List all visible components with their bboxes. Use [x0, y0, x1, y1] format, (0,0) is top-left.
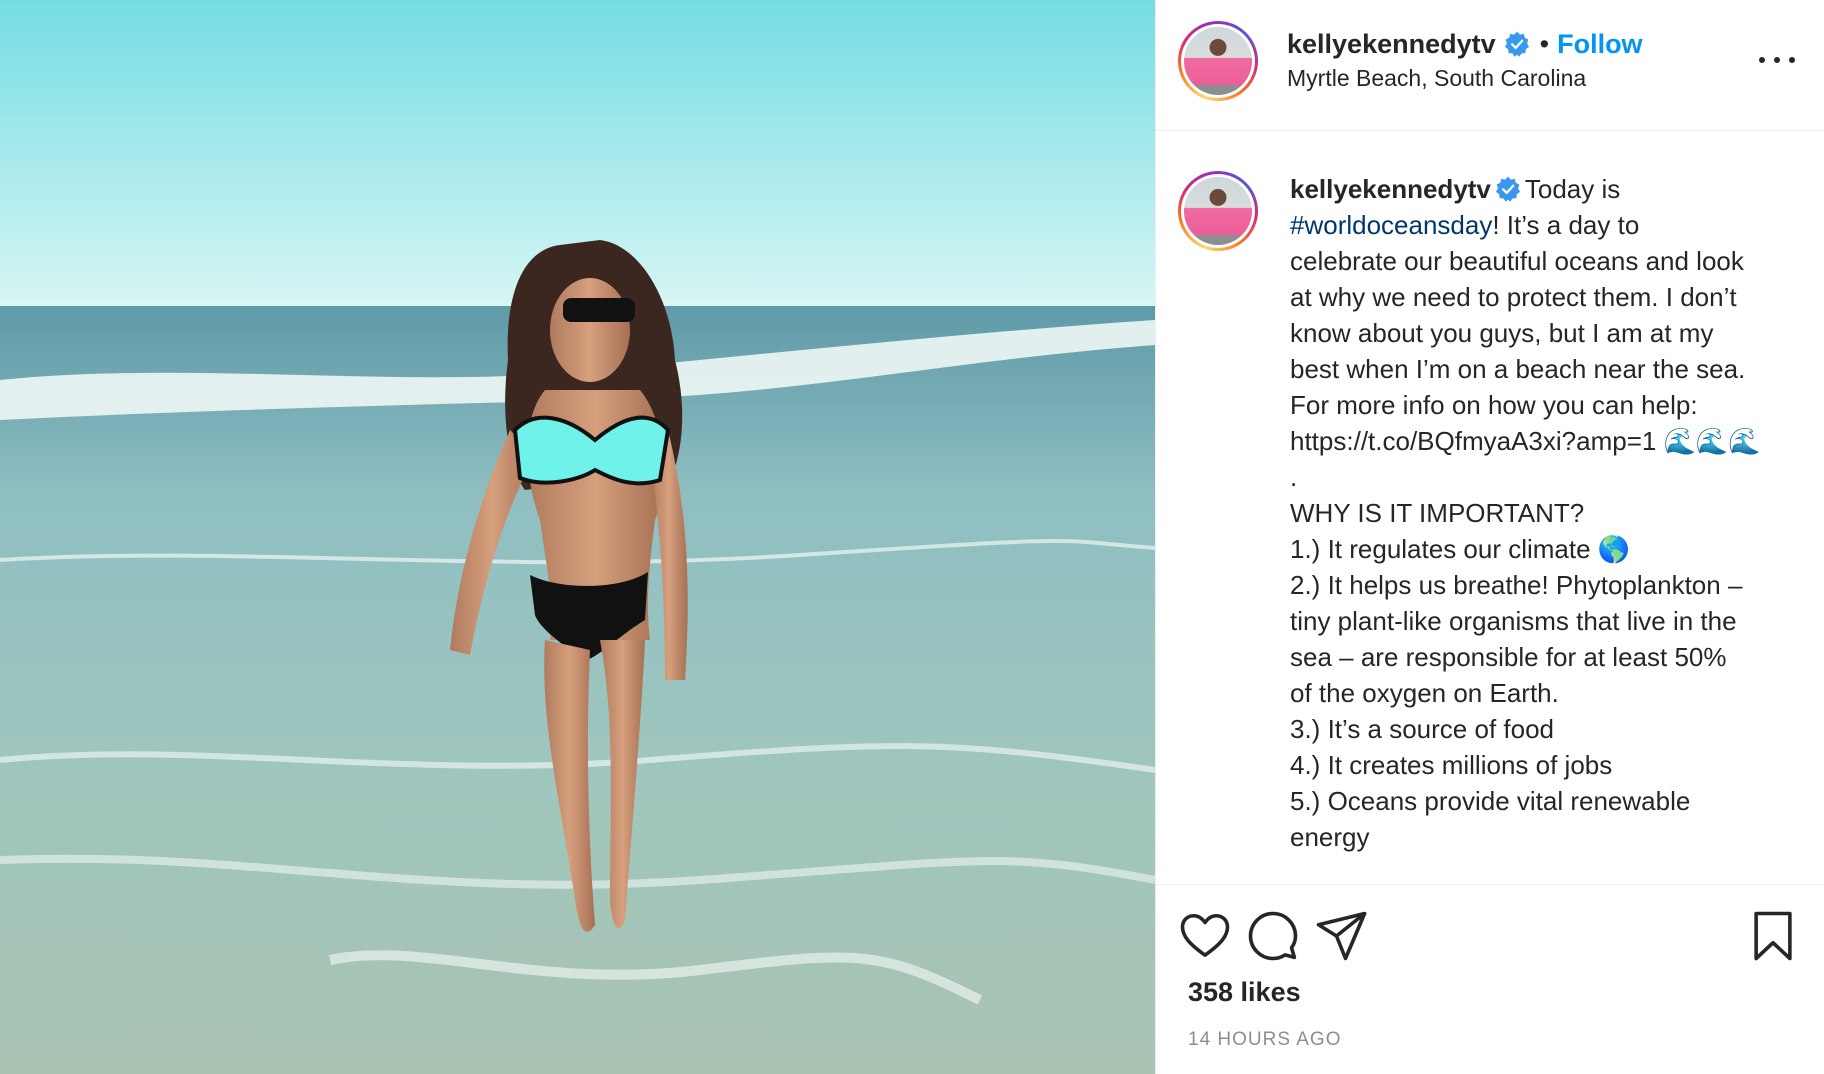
caption-line: at why we need to protect them. I don’t [1290, 282, 1737, 312]
caption-section: kellyekennedytv Today is #worldoceansday!… [1156, 131, 1824, 884]
caption-line: best when I’m on a beach near the sea. [1290, 354, 1746, 384]
caption-line: 1.) It regulates our climate 🌎 [1290, 534, 1631, 564]
avatar-image [1184, 27, 1252, 95]
beach-photo-illustration [0, 0, 1155, 1074]
separator-dot: • [1539, 28, 1550, 59]
instagram-post: kellyekennedytv • Follow Myrtle Beach, S… [0, 0, 1824, 1074]
caption-text-segment: ! It’s a day to [1492, 210, 1640, 240]
caption-line: WHY IS IT IMPORTANT? [1290, 498, 1585, 528]
comment-icon[interactable] [1246, 909, 1300, 963]
verified-badge-icon [1504, 31, 1529, 57]
username-link[interactable]: kellyekennedytv [1287, 29, 1496, 60]
caption-line: celebrate our beautiful oceans and look [1290, 246, 1744, 276]
follow-button[interactable]: Follow [1557, 29, 1642, 60]
caption-url-line: https://t.co/BQfmyaA3xi?amp=1 🌊🌊🌊 [1290, 426, 1761, 456]
caption-first-line: kellyekennedytv Today is [1290, 171, 1810, 207]
avatar-image [1184, 177, 1252, 245]
caption-line: energy [1290, 822, 1370, 852]
caption-line: 5.) Oceans provide vital renewable [1290, 786, 1691, 816]
more-options-icon[interactable] [1759, 42, 1795, 78]
post-side-panel: kellyekennedytv • Follow Myrtle Beach, S… [1155, 0, 1824, 1074]
avatar[interactable] [1178, 21, 1258, 101]
caption-line: sea – are responsible for at least 50% [1290, 642, 1727, 672]
caption-line: tiny plant-like organisms that live in t… [1290, 606, 1737, 636]
caption-line: 4.) It creates millions of jobs [1290, 750, 1613, 780]
location-link[interactable]: Myrtle Beach, South Carolina [1287, 65, 1586, 92]
username-row: kellyekennedytv • Follow [1287, 26, 1643, 62]
post-actions: 358 likes 14 HOURS AGO [1156, 884, 1824, 1074]
caption-line: For more info on how you can help: [1290, 390, 1698, 420]
post-photo[interactable] [0, 0, 1155, 1074]
verified-badge-icon [1495, 176, 1520, 202]
caption-text-segment: Today is [1524, 174, 1621, 204]
caption-text: kellyekennedytv Today is #worldoceansday!… [1290, 171, 1810, 855]
bookmark-icon[interactable] [1746, 909, 1800, 963]
hashtag-link[interactable]: #worldoceansday [1290, 210, 1492, 240]
caption-line: of the oxygen on Earth. [1290, 678, 1559, 708]
avatar-border [1181, 174, 1255, 248]
post-header: kellyekennedytv • Follow Myrtle Beach, S… [1156, 0, 1824, 131]
caption-line: 2.) It helps us breathe! Phytoplankton – [1290, 570, 1743, 600]
caption-line: know about you guys, but I am at my [1290, 318, 1714, 348]
caption-line: #worldoceansday! It’s a day to [1290, 207, 1810, 243]
heart-icon[interactable] [1178, 909, 1232, 963]
share-icon[interactable] [1314, 909, 1368, 963]
avatar-border [1181, 24, 1255, 98]
caption-username-link[interactable]: kellyekennedytv [1290, 174, 1491, 204]
caption-avatar[interactable] [1178, 171, 1258, 251]
caption-line: 3.) It’s a source of food [1290, 714, 1554, 744]
post-timestamp[interactable]: 14 HOURS AGO [1188, 1029, 1342, 1051]
caption-line: . [1290, 462, 1298, 492]
likes-count[interactable]: 358 likes [1188, 977, 1301, 1008]
